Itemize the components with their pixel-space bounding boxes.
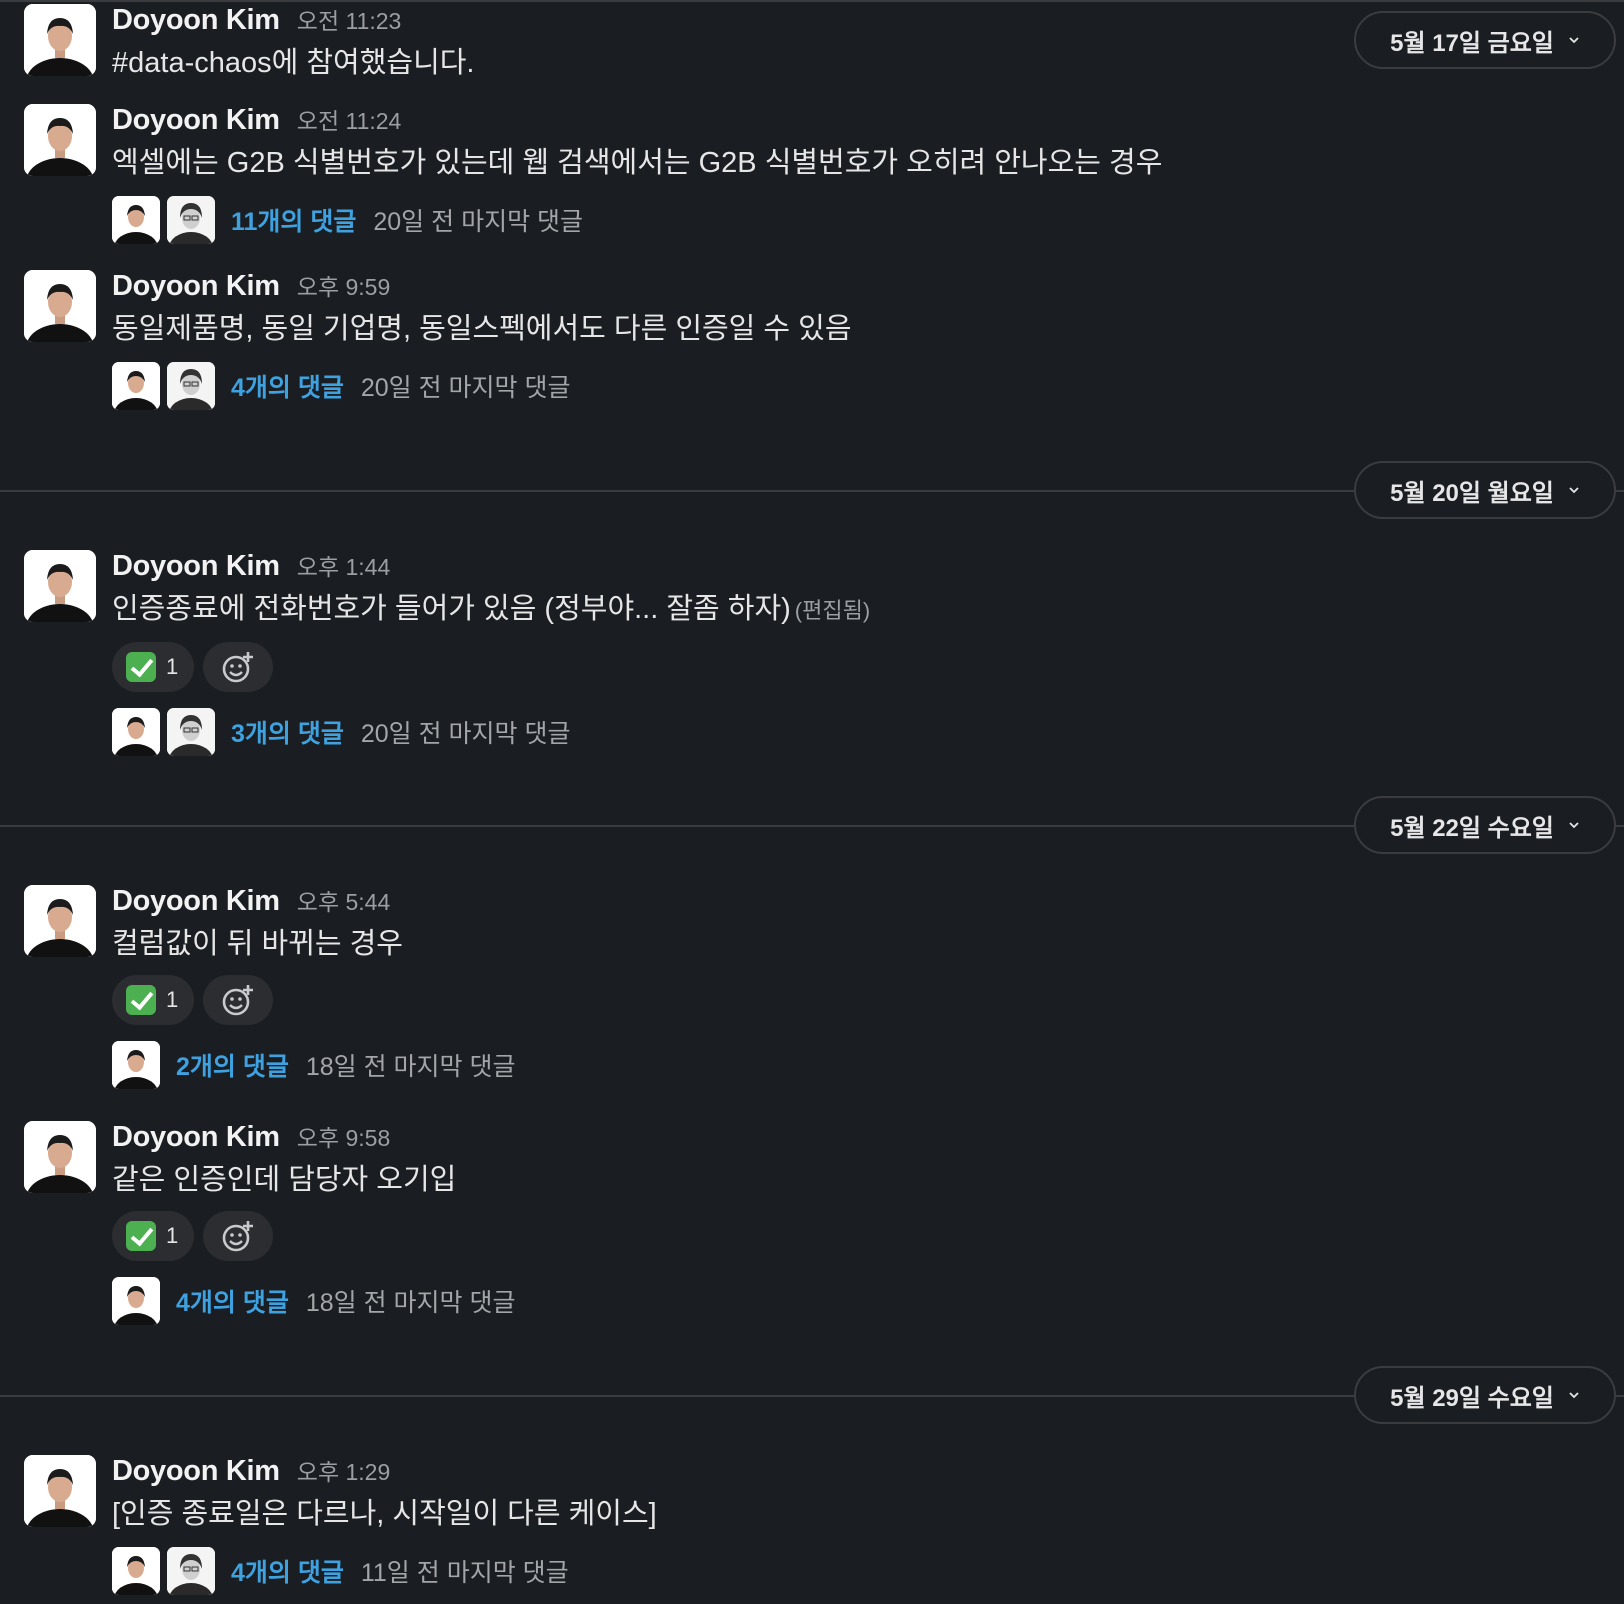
reaction-count: 1: [166, 1223, 179, 1248]
thread-summary[interactable]: 4개의 댓글 18일 전 마지막 댓글: [112, 1277, 1584, 1325]
message-text: 엑셀에는 G2B 식별번호가 있는데 웹 검색에서는 G2B 식별번호가 오히려…: [112, 147, 1163, 179]
reply-count-link[interactable]: 4개의 댓글: [231, 1553, 344, 1589]
add-emoji-icon: [222, 652, 254, 683]
date-label: 5월 20일 월요일: [1390, 479, 1554, 507]
message-text: 컬럼값이 뒤 바뀌는 경우: [112, 928, 403, 960]
date-label: 5월 22일 수요일: [1390, 814, 1554, 842]
date-jump-button[interactable]: 5월 17일 금요일: [1354, 11, 1616, 69]
last-reply-time: 11일 전 마지막 댓글: [360, 1559, 569, 1587]
avatar[interactable]: [24, 885, 96, 957]
author-name[interactable]: Doyoon Kim: [112, 1455, 280, 1488]
participant-avatar: [112, 708, 160, 756]
participant-avatar: [167, 362, 215, 410]
participant-avatar: [167, 708, 215, 756]
avatar[interactable]: [24, 104, 96, 176]
add-reaction-button[interactable]: [203, 975, 274, 1025]
timestamp[interactable]: 오후 9:59: [297, 268, 390, 302]
thread-summary[interactable]: 2개의 댓글 18일 전 마지막 댓글: [112, 1041, 1584, 1089]
timestamp[interactable]: 오전 11:24: [297, 102, 402, 136]
author-name[interactable]: Doyoon Kim: [112, 1121, 280, 1154]
timestamp[interactable]: 오후 1:44: [297, 548, 390, 582]
reaction-check[interactable]: 1: [112, 975, 195, 1025]
message-text: 인증종료에 전화번호가 들어가 있음 (정부야... 잘좀 하자) (편집됨): [112, 588, 1584, 632]
reply-count-link[interactable]: 4개의 댓글: [231, 368, 344, 404]
message-text: 동일제품명, 동일 기업명, 동일스펙에서도 다른 인증일 수 있음: [112, 313, 852, 345]
reply-count-link[interactable]: 3개의 댓글: [231, 714, 344, 750]
white-check-mark-icon: [126, 652, 156, 682]
timestamp[interactable]: 오후 5:44: [297, 883, 390, 917]
last-reply-time: 20일 전 마지막 댓글: [360, 720, 571, 748]
last-reply-time: 18일 전 마지막 댓글: [305, 1053, 516, 1081]
date-label: 5월 29일 수요일: [1390, 1384, 1554, 1412]
avatar[interactable]: [24, 4, 96, 76]
thread-summary[interactable]: 11개의 댓글 20일 전 마지막 댓글: [112, 196, 1584, 244]
reaction-bar: 1: [112, 1211, 1584, 1261]
thread-summary[interactable]: 3개의 댓글 20일 전 마지막 댓글: [112, 708, 1584, 756]
message-feed: Doyoon Kim 오전 11:23 #data-chaos에 참여했습니다.…: [0, 0, 1624, 1604]
participant-avatar: [112, 1547, 160, 1595]
chevron-down-icon: [1569, 37, 1579, 44]
chevron-down-icon: [1569, 1392, 1579, 1399]
reaction-count: 1: [166, 654, 179, 679]
add-emoji-icon: [222, 985, 254, 1016]
avatar[interactable]: [24, 1455, 96, 1527]
participant-avatar: [112, 362, 160, 410]
white-check-mark-icon: [126, 1221, 156, 1251]
add-reaction-button[interactable]: [203, 642, 274, 692]
white-check-mark-icon: [126, 985, 156, 1015]
author-name[interactable]: Doyoon Kim: [112, 4, 280, 37]
reply-count-link[interactable]: 11개의 댓글: [231, 202, 356, 238]
timestamp[interactable]: 오후 9:58: [297, 1119, 390, 1153]
last-reply-time: 20일 전 마지막 댓글: [373, 208, 584, 236]
message-text: 같은 인증인데 담당자 오기입: [112, 1164, 457, 1196]
reaction-check[interactable]: 1: [112, 642, 195, 692]
edited-marker: (편집됨): [794, 598, 871, 623]
author-name[interactable]: Doyoon Kim: [112, 550, 280, 583]
chevron-down-icon: [1569, 822, 1579, 829]
timestamp[interactable]: 오전 11:23: [297, 2, 402, 36]
date-label: 5월 17일 금요일: [1390, 29, 1554, 57]
date-jump-button[interactable]: 5월 20일 월요일: [1354, 461, 1616, 519]
author-name[interactable]: Doyoon Kim: [112, 270, 280, 303]
chevron-down-icon: [1569, 487, 1579, 494]
message-body: 인증종료에 전화번호가 들어가 있음 (정부야... 잘좀 하자): [112, 593, 791, 625]
avatar[interactable]: [24, 270, 96, 342]
thread-summary[interactable]: 4개의 댓글 11일 전 마지막 댓글: [112, 1547, 1584, 1595]
reaction-count: 1: [166, 987, 179, 1012]
reply-count-link[interactable]: 4개의 댓글: [176, 1283, 289, 1319]
reaction-bar: 1: [112, 975, 1584, 1025]
thread-summary[interactable]: 4개의 댓글 20일 전 마지막 댓글: [112, 362, 1584, 410]
participant-avatar: [112, 1277, 160, 1325]
participant-avatar: [112, 1041, 160, 1089]
participant-avatar: [112, 196, 160, 244]
participant-avatar: [167, 196, 215, 244]
reaction-bar: 1: [112, 642, 1584, 692]
participant-avatar: [167, 1547, 215, 1595]
add-emoji-icon: [222, 1221, 254, 1252]
add-reaction-button[interactable]: [203, 1211, 274, 1261]
reaction-check[interactable]: 1: [112, 1211, 195, 1261]
author-name[interactable]: Doyoon Kim: [112, 104, 280, 137]
last-reply-time: 18일 전 마지막 댓글: [305, 1289, 516, 1317]
date-jump-button[interactable]: 5월 22일 수요일: [1354, 796, 1616, 854]
avatar[interactable]: [24, 550, 96, 622]
avatar[interactable]: [24, 1121, 96, 1193]
date-jump-button[interactable]: 5월 29일 수요일: [1354, 1366, 1616, 1424]
reply-count-link[interactable]: 2개의 댓글: [176, 1047, 289, 1083]
timestamp[interactable]: 오후 1:29: [297, 1453, 390, 1487]
message-text: [인증 종료일은 다르나, 시작일이 다른 케이스]: [112, 1498, 657, 1530]
last-reply-time: 20일 전 마지막 댓글: [360, 374, 571, 402]
author-name[interactable]: Doyoon Kim: [112, 885, 280, 918]
